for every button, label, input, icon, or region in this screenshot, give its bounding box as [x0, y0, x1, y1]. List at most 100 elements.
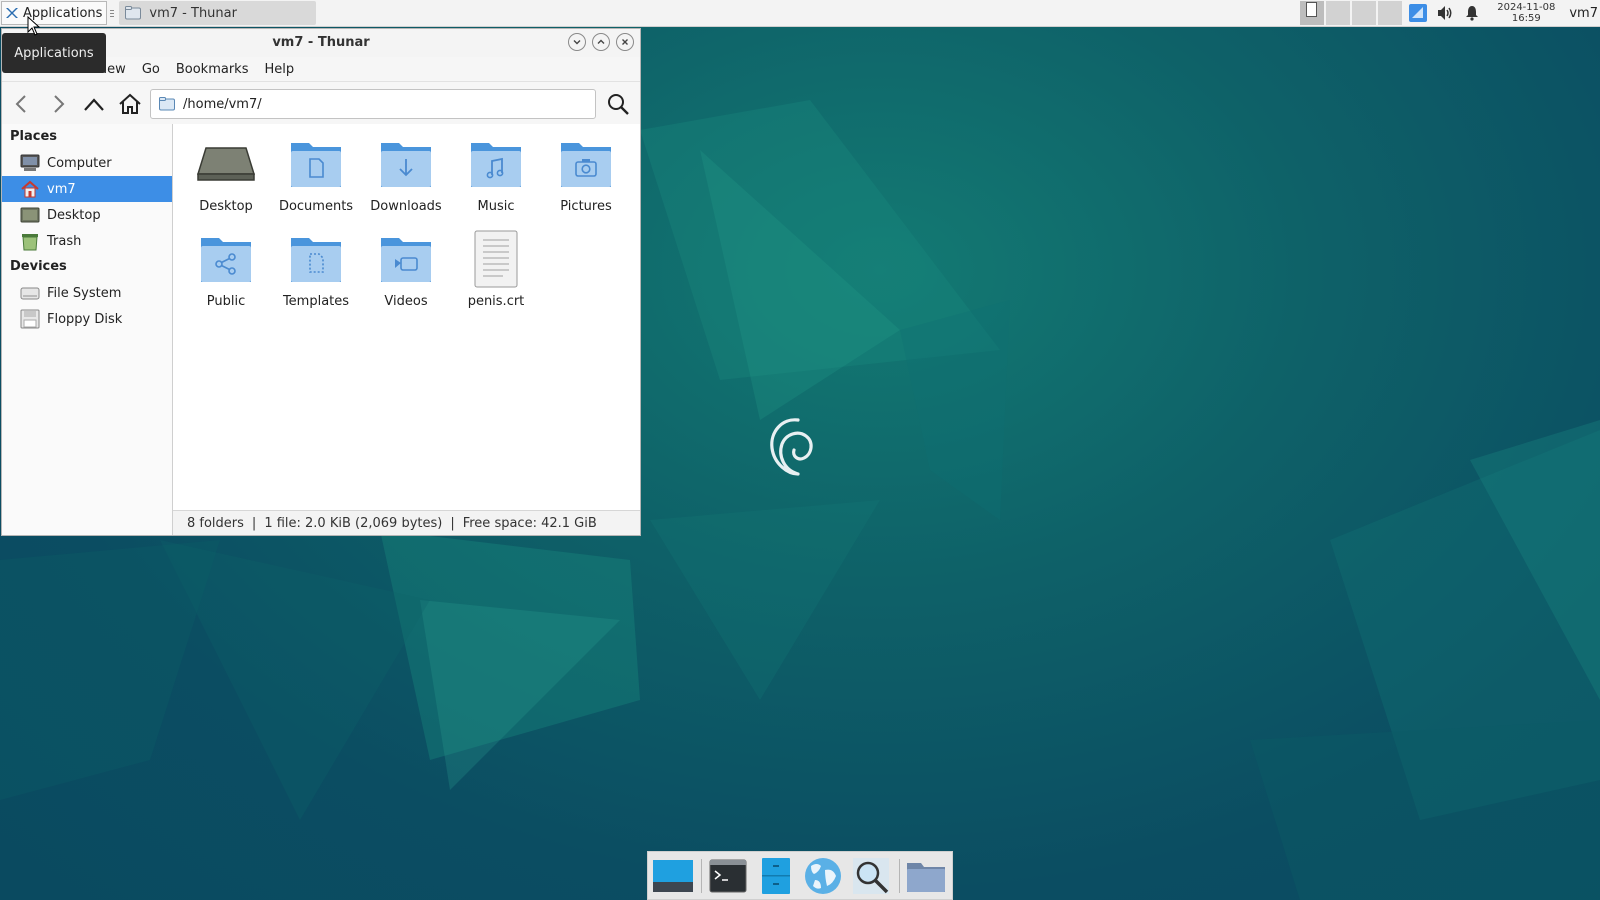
maximize-button[interactable] [592, 33, 610, 51]
file-item-public[interactable]: Public [181, 229, 271, 324]
back-button[interactable] [6, 88, 38, 120]
show-desktop-icon [652, 859, 693, 892]
file-name: Public [206, 294, 246, 309]
sidebar-item-label: Desktop [47, 207, 101, 223]
toolbar [2, 81, 640, 127]
music-folder-icon [466, 134, 526, 194]
terminal-icon [709, 859, 747, 892]
devices-header: Devices [10, 259, 67, 274]
folder-button[interactable] [904, 854, 948, 898]
file-item-downloads[interactable]: Downloads [361, 134, 451, 229]
sidebar-item-file-system[interactable]: File System [2, 280, 172, 306]
file-item-videos[interactable]: Videos [361, 229, 451, 324]
chevron-right-icon [54, 95, 65, 113]
file-name: Downloads [370, 199, 442, 214]
applications-tooltip: Applications [2, 33, 106, 73]
file-item-pictures[interactable]: Pictures [541, 134, 631, 229]
sidebar-item-computer[interactable]: Computer [2, 150, 172, 176]
home-button[interactable] [114, 88, 146, 120]
chevron-up-icon [84, 98, 104, 111]
templates-folder-icon [286, 229, 346, 289]
file-name: Music [477, 199, 515, 214]
menu-go[interactable]: Go [134, 62, 168, 77]
menu-bookmarks[interactable]: Bookmarks [168, 62, 257, 77]
folder-icon [159, 97, 175, 111]
location-input[interactable] [181, 95, 565, 113]
web-browser-icon [805, 857, 842, 894]
workspace-2-button[interactable] [1326, 1, 1351, 25]
folder-icon [125, 6, 142, 20]
file-item-desktop[interactable]: Desktop [181, 134, 271, 229]
parent-folder-button[interactable] [78, 88, 110, 120]
sidebar-item-floppy[interactable]: Floppy Disk [2, 306, 172, 332]
file-manager-button[interactable] [754, 854, 798, 898]
desktop-folder-icon [196, 134, 256, 194]
volume-icon[interactable] [1434, 2, 1456, 24]
computer-icon [20, 153, 40, 173]
home-icon [119, 93, 141, 114]
sidebar-item-desktop[interactable]: Desktop [2, 202, 172, 228]
applications-menu-button[interactable]: Applications [1, 1, 108, 25]
debian-swirl-logo [770, 418, 813, 476]
panel-separator [110, 5, 116, 21]
search-icon [853, 857, 890, 894]
clock-time: 16:59 [1511, 13, 1541, 24]
bottom-dock [647, 851, 953, 900]
sidebar: Places Computer vm7 Desktop Trash Device… [2, 124, 173, 535]
network-icon[interactable] [1407, 2, 1429, 24]
search-button[interactable] [602, 88, 634, 120]
file-item-music[interactable]: Music [451, 134, 541, 229]
status-files: 1 file: 2.0 KiB (2,069 bytes) [264, 515, 443, 531]
file-item-certificate[interactable]: penis.crt [451, 229, 541, 324]
drive-icon [20, 283, 40, 303]
file-view[interactable]: Desktop Documents Downloads Music Pictur… [173, 124, 640, 511]
videos-folder-icon [376, 229, 436, 289]
status-folders: 8 folders [187, 515, 244, 531]
status-free-space: Free space: 42.1 GiB [462, 515, 597, 531]
sidebar-item-home[interactable]: vm7 [2, 176, 172, 202]
thunar-window: vm7 - Thunar File Edit View Go Boo [1, 28, 641, 536]
mouse-cursor-icon [27, 16, 41, 36]
show-desktop-button[interactable] [651, 854, 695, 898]
workspace-1-button[interactable] [1300, 1, 1325, 25]
minimize-button[interactable] [568, 33, 586, 51]
file-item-documents[interactable]: Documents [271, 134, 361, 229]
file-item-templates[interactable]: Templates [271, 229, 361, 324]
location-bar[interactable] [150, 89, 596, 119]
close-button[interactable] [616, 33, 634, 51]
web-browser-button[interactable] [801, 854, 845, 898]
taskbar-thunar-button[interactable]: vm7 - Thunar [119, 1, 317, 25]
xfce-logo-icon [6, 8, 18, 18]
close-icon [622, 39, 628, 45]
status-divider: | [251, 515, 257, 531]
workspace-3-button[interactable] [1352, 1, 1377, 25]
terminal-button[interactable] [706, 854, 750, 898]
forward-button[interactable] [42, 88, 74, 120]
panel-clock[interactable]: 2024-11-08 16:59 [1497, 2, 1555, 24]
public-folder-icon [196, 229, 256, 289]
sidebar-item-label: vm7 [47, 181, 76, 197]
documents-folder-icon [286, 134, 346, 194]
clock-date: 2024-11-08 [1497, 2, 1556, 13]
dock-separator [700, 858, 702, 893]
status-divider: | [450, 515, 455, 531]
panel-tray: 2024-11-08 16:59 vm7 [1298, 0, 1600, 26]
text-file-icon [466, 229, 526, 289]
notification-bell-icon[interactable] [1461, 2, 1483, 24]
chevron-up-icon [597, 39, 605, 44]
file-name: Desktop [199, 199, 253, 214]
sidebar-item-label: Floppy Disk [47, 311, 123, 327]
workspace-4-button[interactable] [1378, 1, 1403, 25]
top-panel: Applications vm7 - Thunar 2024-11-08 16:… [0, 0, 1600, 27]
sidebar-item-label: Computer [47, 155, 112, 171]
search-icon [608, 94, 629, 115]
file-name: Videos [384, 294, 428, 309]
menu-help[interactable]: Help [256, 62, 302, 77]
file-name: Pictures [560, 199, 612, 214]
app-finder-button[interactable] [849, 854, 893, 898]
sidebar-item-trash[interactable]: Trash [2, 228, 172, 254]
sidebar-item-label: File System [47, 285, 122, 301]
user-menu[interactable]: vm7 [1569, 6, 1598, 21]
home-folder-icon [20, 179, 40, 199]
floppy-icon [20, 309, 40, 329]
